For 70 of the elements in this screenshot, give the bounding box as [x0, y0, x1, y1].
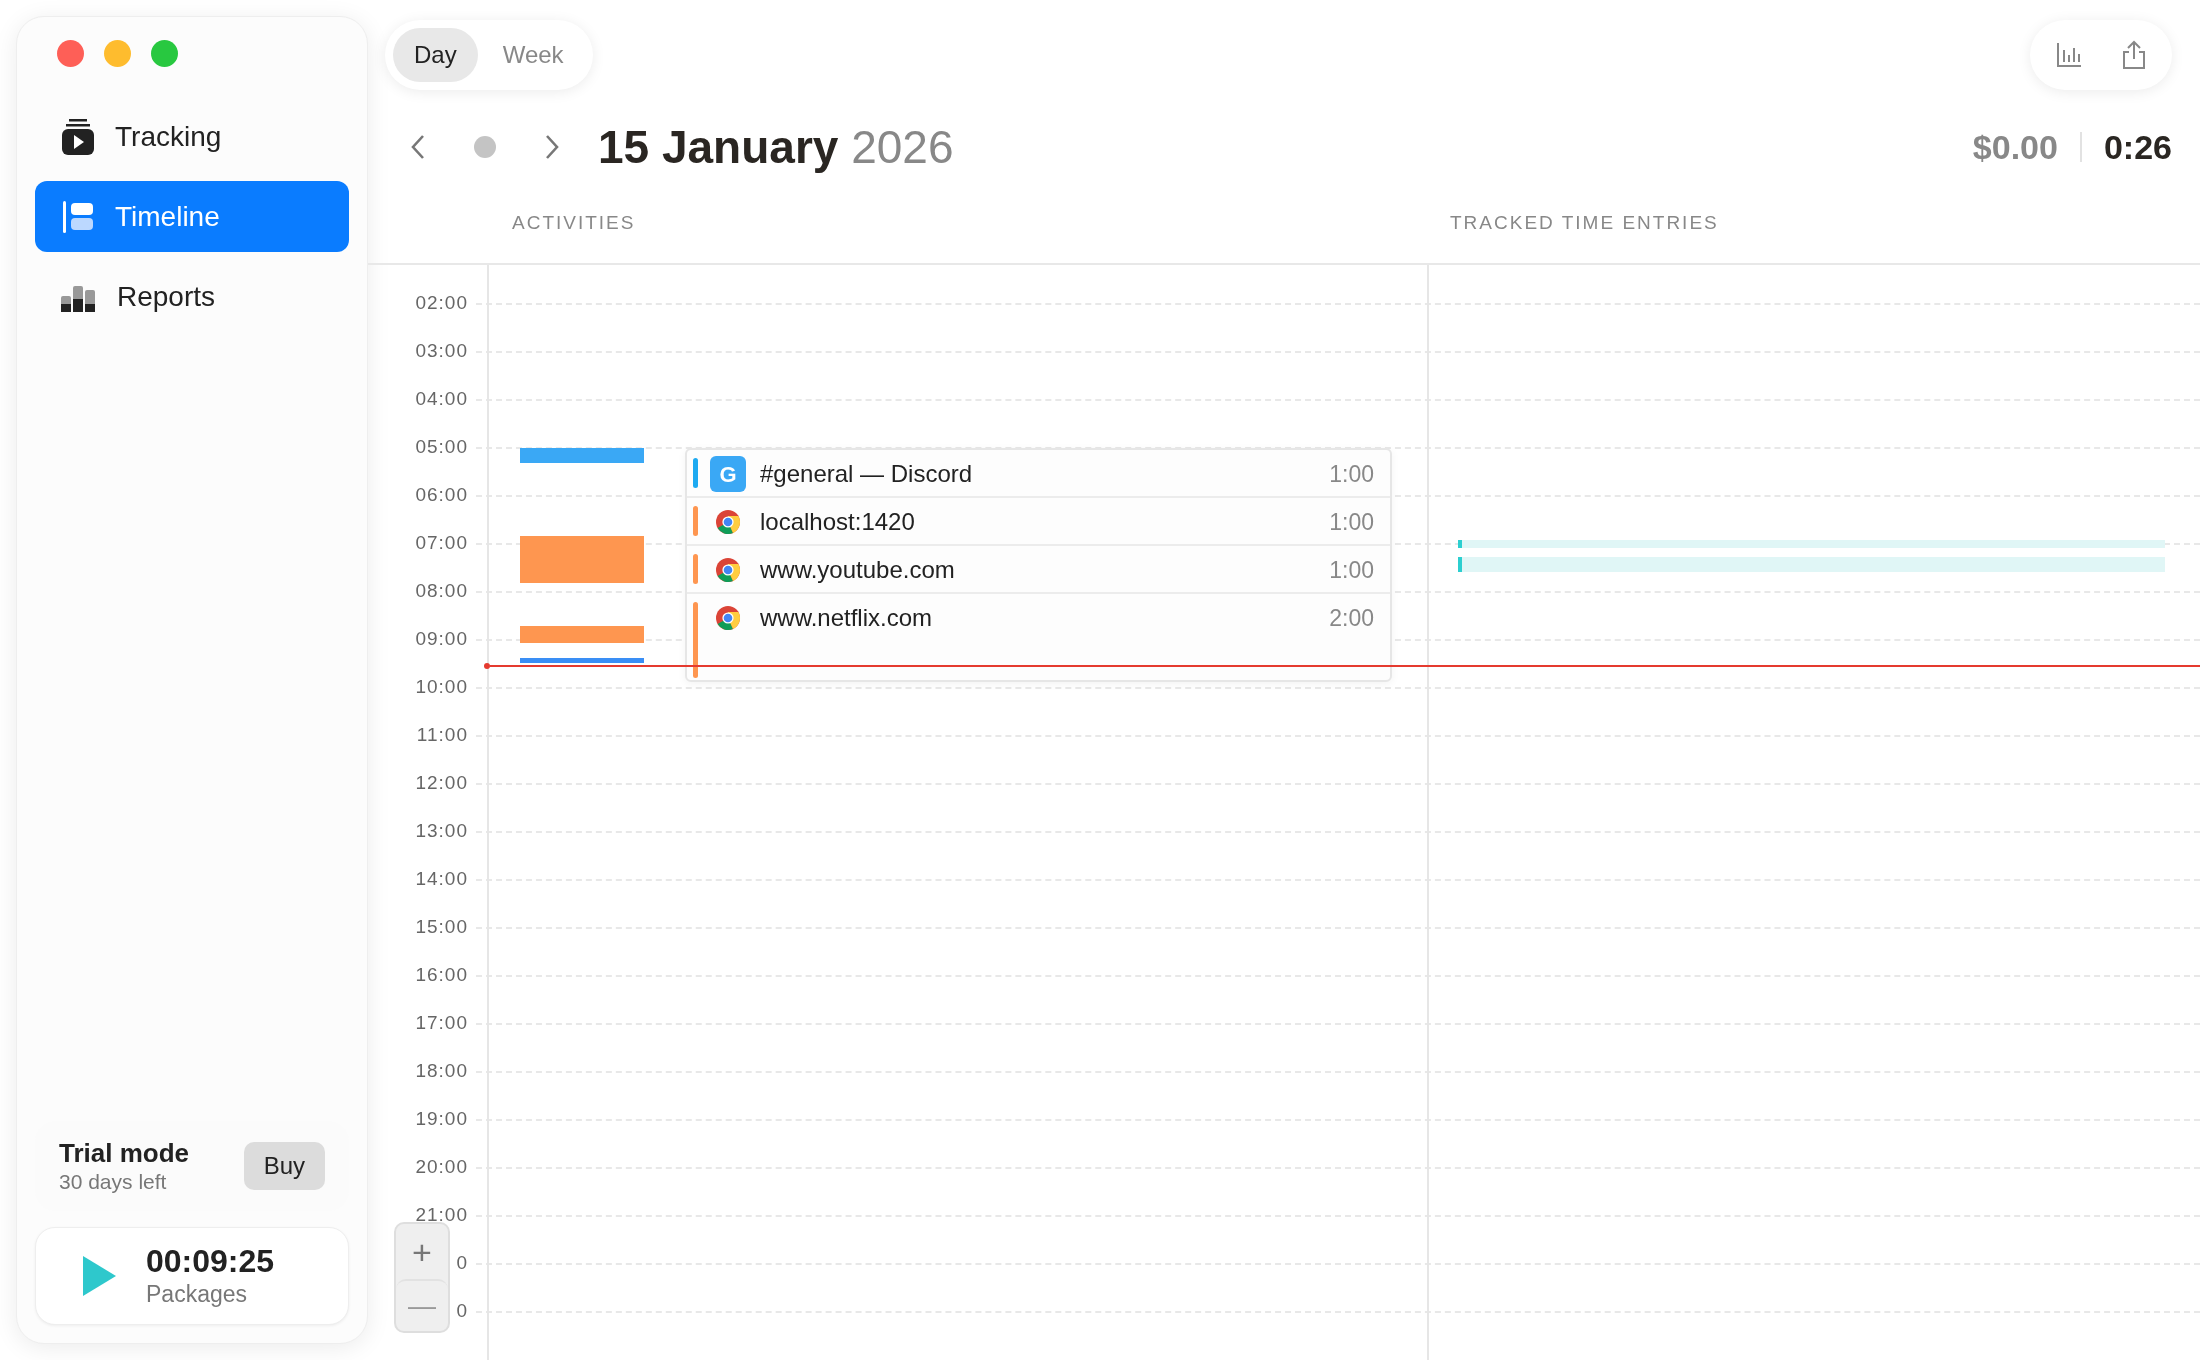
- hour-label: 06:00: [415, 485, 468, 505]
- hour-label: 15:00: [415, 917, 468, 937]
- activity-bar[interactable]: [520, 658, 644, 663]
- column-header: TRACKED TIME ENTRIES: [1450, 211, 1719, 236]
- buy-button[interactable]: Buy: [243, 1142, 325, 1190]
- timer-project: Packages: [146, 1280, 248, 1309]
- chart-icon[interactable]: [2056, 42, 2082, 68]
- total-amount: $0.00: [1972, 126, 2058, 168]
- zoom-button[interactable]: [151, 40, 178, 67]
- next-icon[interactable]: [544, 134, 560, 160]
- hour-label: 19:00: [415, 1109, 468, 1129]
- column-header: ACTIVITIES: [512, 211, 637, 236]
- hour-label: 10:00: [415, 677, 468, 697]
- play-button[interactable]: [82, 1256, 116, 1296]
- view-tab[interactable]: Week: [481, 28, 585, 82]
- hour-label: 11:00: [416, 725, 468, 745]
- sidebar-item[interactable]: Timeline: [35, 181, 349, 252]
- tracked-entry[interactable]: [1458, 557, 2165, 572]
- zoom-in-button[interactable]: +: [396, 1224, 448, 1279]
- timer-time: 00:09:25: [146, 1243, 275, 1279]
- hour-label: 05:00: [415, 437, 468, 457]
- share-icon[interactable]: [2122, 40, 2146, 70]
- hour-label: 0: [456, 1253, 468, 1273]
- hour-label: 21:00: [415, 1205, 468, 1225]
- activity-name: www.netflix.com: [760, 603, 934, 633]
- activity-name: www.youtube.com: [760, 555, 956, 585]
- minimize-button[interactable]: [104, 40, 131, 67]
- activity-bar[interactable]: [520, 536, 644, 583]
- activity-name: localhost:1420: [760, 507, 916, 537]
- sidebar-item[interactable]: Reports: [35, 261, 349, 332]
- view-tab[interactable]: Day: [393, 28, 478, 82]
- close-button[interactable]: [57, 40, 84, 67]
- activity-bar[interactable]: [520, 448, 644, 463]
- sidebar-item[interactable]: Tracking: [35, 101, 349, 172]
- hour-label: 08:00: [415, 581, 468, 601]
- hour-label: 04:00: [415, 389, 468, 409]
- timeline-icon: [61, 199, 95, 234]
- trial-days-left: 30 days left: [59, 1169, 168, 1195]
- activity-name: #general — Discord: [760, 459, 974, 489]
- activity-duration: 1:00: [1329, 460, 1374, 489]
- browser-icon: [714, 556, 742, 584]
- activity-row[interactable]: www.youtube.com 1:00: [687, 546, 1390, 594]
- hour-label: 18:00: [415, 1061, 468, 1081]
- hour-label: 14:00: [415, 869, 468, 889]
- hour-label: 16:00: [415, 965, 468, 985]
- activity-row[interactable]: www.netflix.com 2:00: [687, 594, 1390, 672]
- activity-row[interactable]: localhost:1420 1:00: [687, 498, 1390, 546]
- hour-label: 12:00: [415, 773, 468, 793]
- browser-icon: [714, 508, 742, 536]
- hour-label: 13:00: [415, 821, 468, 841]
- hour-label: 0: [456, 1301, 468, 1321]
- activity-duration: 1:00: [1329, 508, 1374, 537]
- play-icon: [82, 1256, 116, 1296]
- total-duration: 0:26: [2103, 126, 2172, 168]
- hour-label: 20:00: [415, 1157, 468, 1177]
- activity-duration: 1:00: [1329, 556, 1374, 585]
- play-tray-icon: [61, 118, 95, 155]
- app-icon: G: [710, 456, 746, 492]
- hour-label: 02:00: [415, 293, 468, 313]
- hour-label: 07:00: [415, 533, 468, 553]
- activity-row[interactable]: G #general — Discord 1:00: [687, 450, 1390, 498]
- tracked-entry[interactable]: [1458, 540, 2165, 548]
- activity-bar[interactable]: [520, 626, 644, 643]
- previous-icon[interactable]: [410, 134, 426, 160]
- hour-label: 09:00: [415, 629, 468, 649]
- hour-label: 03:00: [415, 341, 468, 361]
- activity-duration: 2:00: [1329, 604, 1374, 633]
- browser-icon: [714, 604, 742, 632]
- trial-title: Trial mode: [59, 1137, 190, 1169]
- hour-label: 17:00: [415, 1013, 468, 1033]
